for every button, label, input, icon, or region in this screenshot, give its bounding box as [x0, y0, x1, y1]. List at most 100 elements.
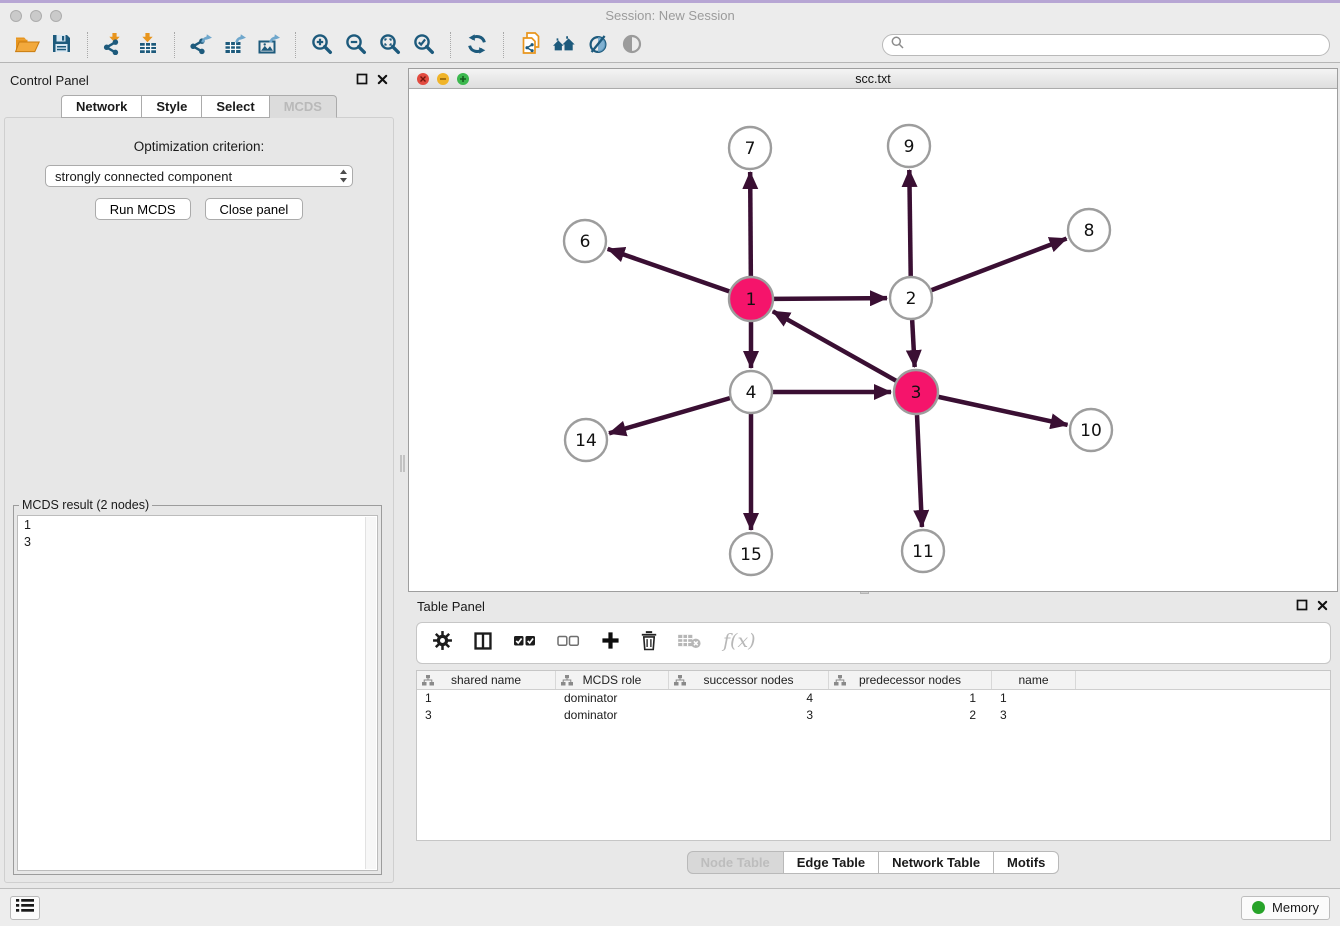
tab-network[interactable]: Network	[61, 95, 142, 118]
column-header-shared-name[interactable]: shared name	[417, 671, 556, 689]
graph-node-14[interactable]: 14	[565, 419, 607, 461]
table-row[interactable]: 1dominator411	[417, 690, 1330, 707]
control-panel-title: Control Panel	[10, 73, 89, 88]
table-cell[interactable]: 1	[417, 691, 556, 705]
refresh-button[interactable]	[460, 30, 494, 60]
copy-network-button[interactable]	[513, 30, 547, 60]
tab-edge-table[interactable]: Edge Table	[784, 851, 879, 874]
graph-edge-3-10[interactable]	[938, 397, 1067, 425]
table-cell[interactable]: 2	[829, 708, 992, 722]
column-header-name[interactable]: name	[992, 671, 1076, 689]
export-table-button[interactable]	[218, 30, 252, 60]
home-button[interactable]	[547, 30, 581, 60]
float-table-panel-icon[interactable]	[1296, 599, 1308, 614]
save-button[interactable]	[44, 30, 78, 60]
export-network-button[interactable]	[184, 30, 218, 60]
graph-node-3[interactable]: 3	[894, 370, 938, 414]
table-cell[interactable]: 4	[669, 691, 829, 705]
column-header-predecessor-nodes[interactable]: predecessor nodes	[829, 671, 992, 689]
tab-mcds[interactable]: MCDS	[270, 95, 337, 118]
search-input[interactable]	[909, 38, 1321, 52]
control-panel: Control Panel NetworkStyleSelectMCDS Opt…	[0, 68, 398, 887]
close-panel-icon[interactable]	[377, 73, 388, 88]
close-panel-button[interactable]: Close panel	[205, 198, 304, 220]
select-all-button[interactable]	[513, 634, 537, 653]
graph-edge-4-14[interactable]	[609, 398, 730, 433]
open-folder-button[interactable]	[10, 30, 44, 60]
add-row-button[interactable]	[601, 631, 620, 655]
graph-node-4[interactable]: 4	[730, 371, 772, 413]
close-table-panel-icon[interactable]	[1317, 599, 1328, 614]
graph-node-9[interactable]: 9	[888, 125, 930, 167]
graph-node-15[interactable]: 15	[730, 533, 772, 575]
graph-node-8[interactable]: 8	[1068, 209, 1110, 251]
tab-select[interactable]: Select	[202, 95, 269, 118]
graph-edge-3-11[interactable]	[917, 415, 922, 527]
window-titlebar: Session: New Session	[0, 3, 1340, 28]
zoom-fit-button[interactable]	[373, 30, 407, 60]
graph-node-11[interactable]: 11	[902, 530, 944, 572]
run-mcds-button[interactable]: Run MCDS	[95, 198, 191, 220]
result-scrollbar[interactable]	[365, 517, 376, 869]
table-cell[interactable]: 3	[669, 708, 829, 722]
refresh-icon	[466, 33, 488, 58]
search-box[interactable]	[882, 34, 1330, 56]
tab-motifs[interactable]: Motifs	[994, 851, 1059, 874]
deselect-all-button[interactable]	[557, 634, 581, 653]
graph-edge-1-7[interactable]	[750, 172, 751, 276]
graph-edge-1-2[interactable]	[774, 298, 887, 299]
graph-node-10[interactable]: 10	[1070, 409, 1112, 451]
columns-button[interactable]	[473, 631, 493, 656]
zoom-out-button[interactable]	[339, 30, 373, 60]
import-network-button[interactable]	[97, 30, 131, 60]
graph-edge-1-6[interactable]	[608, 249, 730, 291]
tab-style[interactable]: Style	[142, 95, 202, 118]
zoom-selected-button[interactable]	[407, 30, 441, 60]
save-icon	[51, 33, 72, 57]
contrast-button[interactable]	[615, 30, 649, 60]
float-panel-icon[interactable]	[356, 73, 368, 88]
graph-edge-2-3[interactable]	[912, 320, 915, 367]
tab-network-table[interactable]: Network Table	[879, 851, 994, 874]
node-table: shared nameMCDS rolesuccessor nodesprede…	[416, 670, 1331, 841]
table-row[interactable]: 3dominator323	[417, 707, 1330, 724]
graph-node-2[interactable]: 2	[890, 277, 932, 319]
open-folder-icon	[15, 34, 40, 57]
graph-node-1[interactable]: 1	[729, 277, 773, 321]
zoom-in-button[interactable]	[305, 30, 339, 60]
mcds-result-textarea[interactable]: 1 3	[17, 515, 378, 871]
gear-button[interactable]	[432, 630, 453, 656]
tab-node-table[interactable]: Node Table	[687, 851, 784, 874]
memory-button[interactable]: Memory	[1241, 896, 1330, 920]
graph-node-6[interactable]: 6	[564, 220, 606, 262]
table-toolbar: f(x)	[416, 622, 1331, 664]
table-cell[interactable]: 3	[417, 708, 556, 722]
function-builder-icon: f(x)	[721, 640, 757, 657]
table-cell[interactable]: 3	[992, 708, 1076, 722]
vertical-splitter-grip[interactable]	[400, 455, 405, 472]
memory-status-icon	[1252, 901, 1265, 914]
delete-row-button[interactable]	[640, 630, 658, 656]
table-cell[interactable]: dominator	[556, 691, 669, 705]
graph-edge-3-1[interactable]	[773, 311, 896, 380]
table-cell[interactable]: 1	[829, 691, 992, 705]
svg-text:f(x): f(x)	[721, 630, 756, 652]
hide-details-button[interactable]	[581, 30, 615, 60]
column-header-successor-nodes[interactable]: successor nodes	[669, 671, 829, 689]
task-history-button[interactable]	[10, 896, 40, 920]
graph-edge-2-8[interactable]	[932, 239, 1067, 291]
graph-node-7[interactable]: 7	[729, 127, 771, 169]
table-cell[interactable]: 1	[992, 691, 1076, 705]
optimization-criterion-select[interactable]: strongly connected component	[45, 165, 353, 187]
zoom-out-icon	[345, 33, 367, 58]
network-view-window: scc.txt 1234678910111415	[408, 68, 1338, 592]
network-canvas[interactable]: 1 2 3 4 6 7 8 9 10 11 14 15	[409, 90, 1337, 591]
import-table-button[interactable]	[131, 30, 165, 60]
graph-node-label: 3	[911, 383, 922, 403]
graph-edge-2-9[interactable]	[909, 170, 910, 276]
control-panel-tabs: NetworkStyleSelectMCDS	[0, 95, 398, 118]
column-header-MCDS-role[interactable]: MCDS role	[556, 671, 669, 689]
zoom-in-icon	[311, 33, 333, 58]
table-cell[interactable]: dominator	[556, 708, 669, 722]
export-image-button[interactable]	[252, 30, 286, 60]
